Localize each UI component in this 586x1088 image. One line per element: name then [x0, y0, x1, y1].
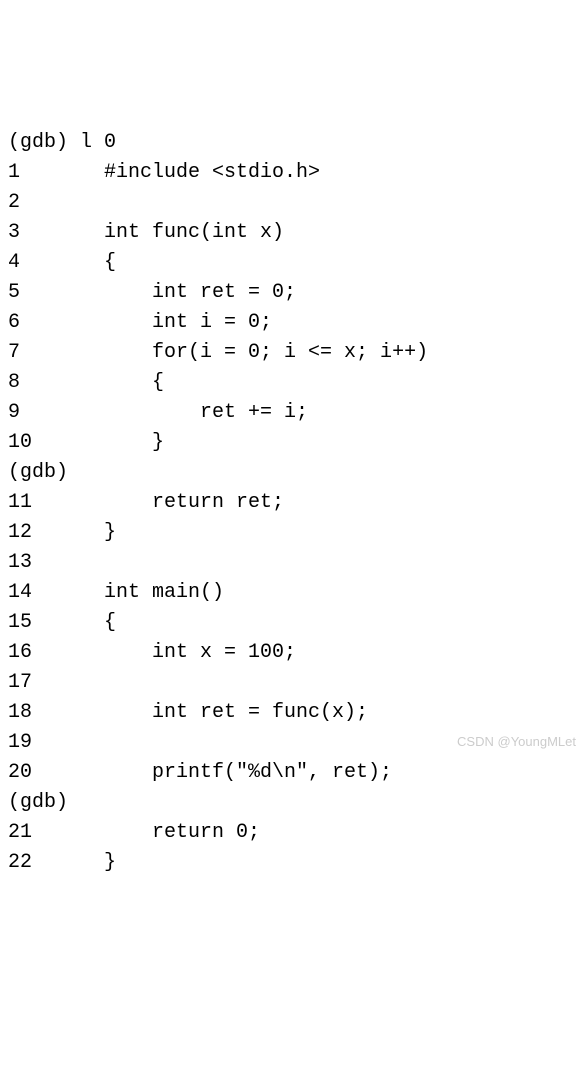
source-code: {	[104, 248, 116, 278]
line-number: 16	[8, 638, 104, 668]
line-number: 14	[8, 578, 104, 608]
source-code: }	[104, 428, 164, 458]
source-code: {	[104, 608, 116, 638]
terminal-line: 5 int ret = 0;	[8, 278, 578, 308]
source-code: return ret;	[104, 488, 284, 518]
terminal-line: 16 int x = 100;	[8, 638, 578, 668]
line-number: 13	[8, 548, 104, 578]
source-code: ret += i;	[104, 398, 308, 428]
line-number: 7	[8, 338, 104, 368]
line-number: 21	[8, 818, 104, 848]
line-number: 18	[8, 698, 104, 728]
terminal-line: 20 printf("%d\n", ret);	[8, 758, 578, 788]
line-number: 15	[8, 608, 104, 638]
terminal-line: 6 int i = 0;	[8, 308, 578, 338]
terminal-line: 13	[8, 548, 578, 578]
terminal-line: 17	[8, 668, 578, 698]
terminal-line: 8 {	[8, 368, 578, 398]
source-code: int ret = func(x);	[104, 698, 368, 728]
terminal-line: (gdb)	[8, 458, 578, 488]
line-number: 5	[8, 278, 104, 308]
line-number: 9	[8, 398, 104, 428]
terminal-line: (gdb)	[8, 788, 578, 818]
terminal-line: (gdb) l 0	[8, 128, 578, 158]
gdb-prompt: (gdb)	[8, 128, 80, 158]
watermark: CSDN @YoungMLet	[457, 732, 576, 752]
line-number: 6	[8, 308, 104, 338]
terminal-line: 15{	[8, 608, 578, 638]
gdb-prompt: (gdb)	[8, 788, 80, 818]
line-number: 19	[8, 728, 104, 758]
source-code: return 0;	[104, 818, 260, 848]
gdb-prompt: (gdb)	[8, 458, 80, 488]
terminal-line: 4{	[8, 248, 578, 278]
terminal-line: 11 return ret;	[8, 488, 578, 518]
terminal-line: 18 int ret = func(x);	[8, 698, 578, 728]
source-code: for(i = 0; i <= x; i++)	[104, 338, 428, 368]
terminal-output: (gdb) l 01#include <stdio.h>23int func(i…	[8, 128, 578, 878]
source-code: int ret = 0;	[104, 278, 296, 308]
terminal-line: 9 ret += i;	[8, 398, 578, 428]
terminal-line: 1#include <stdio.h>	[8, 158, 578, 188]
source-code: }	[104, 848, 116, 878]
source-code: }	[104, 518, 116, 548]
terminal-line: 21 return 0;	[8, 818, 578, 848]
terminal-line: 14int main()	[8, 578, 578, 608]
terminal-line: 22}	[8, 848, 578, 878]
line-number: 3	[8, 218, 104, 248]
source-code: {	[104, 368, 164, 398]
line-number: 2	[8, 188, 104, 218]
terminal-line: 2	[8, 188, 578, 218]
line-number: 4	[8, 248, 104, 278]
source-code: printf("%d\n", ret);	[104, 758, 392, 788]
line-number: 17	[8, 668, 104, 698]
line-number: 8	[8, 368, 104, 398]
line-number: 1	[8, 158, 104, 188]
line-number: 20	[8, 758, 104, 788]
source-code: int i = 0;	[104, 308, 272, 338]
source-code: int func(int x)	[104, 218, 284, 248]
source-code: int x = 100;	[104, 638, 296, 668]
line-number: 10	[8, 428, 104, 458]
terminal-line: 3int func(int x)	[8, 218, 578, 248]
terminal-line: 10 }	[8, 428, 578, 458]
gdb-command: l 0	[80, 128, 116, 158]
source-code: #include <stdio.h>	[104, 158, 320, 188]
terminal-line: 7 for(i = 0; i <= x; i++)	[8, 338, 578, 368]
terminal-line: 12}	[8, 518, 578, 548]
source-code: int main()	[104, 578, 224, 608]
line-number: 22	[8, 848, 104, 878]
line-number: 12	[8, 518, 104, 548]
line-number: 11	[8, 488, 104, 518]
